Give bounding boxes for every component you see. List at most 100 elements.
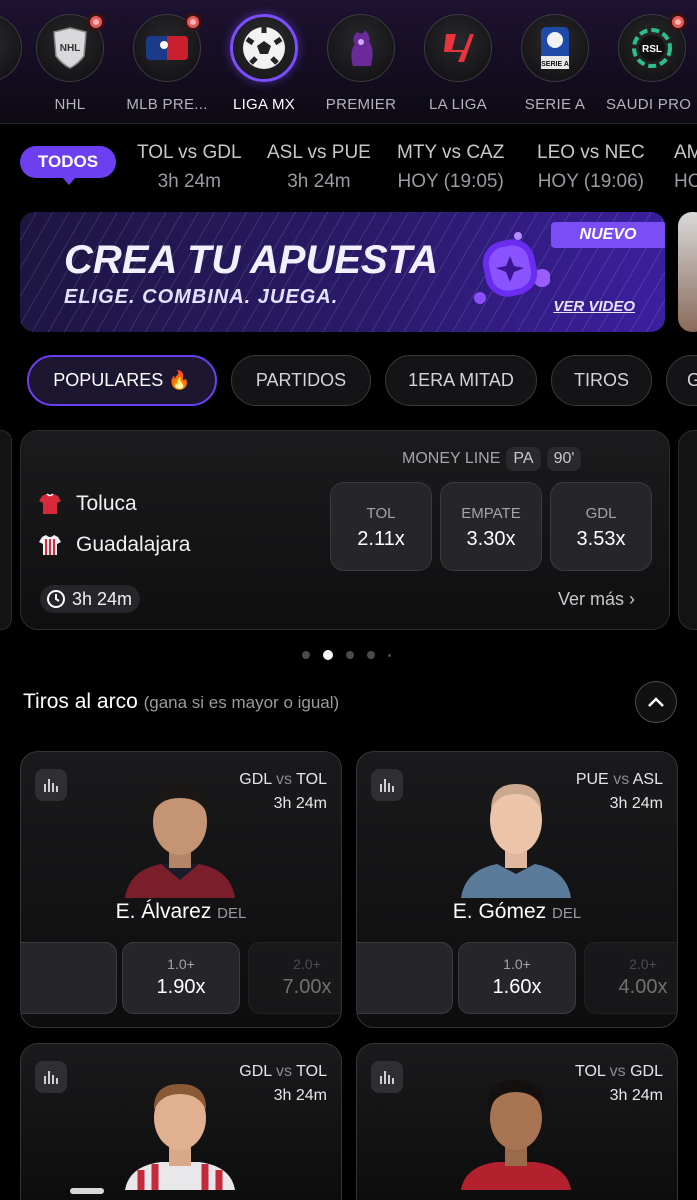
odds-button-draw[interactable]: EMPATE 3.30x	[440, 482, 542, 571]
match-chip[interactable]: LEO vs NEC HOY (19:06)	[537, 142, 645, 193]
league-item-saudi-pro[interactable]: RSL SAUDI PRO	[602, 13, 697, 113]
section-title: Tiros al arco (gana si es mayor o igual)	[23, 690, 339, 714]
market-header: MONEY LINE PA 90'	[402, 447, 582, 471]
player-team: GDL	[239, 771, 272, 788]
league-item-la-liga[interactable]: LA LIGA	[408, 14, 508, 113]
carousel-dot[interactable]	[388, 653, 391, 657]
league-label: NHL	[54, 96, 86, 113]
time-remaining-chip: 3h 24m	[40, 585, 141, 613]
stats-button[interactable]	[35, 769, 67, 801]
line-button[interactable]: 1.0+ 1.60x	[458, 942, 576, 1014]
odds-label: EMPATE	[461, 505, 521, 522]
player-photo	[461, 784, 571, 898]
player-prop-card[interactable]: TOL vs GDL 3h 24m	[356, 1043, 678, 1200]
line-odds: 4.00x	[618, 976, 668, 998]
league-item-premier[interactable]: PREMIER	[311, 14, 411, 113]
line-threshold: 2.0+	[293, 956, 321, 972]
all-matches-chip[interactable]: TODOS	[20, 146, 116, 185]
see-more-link[interactable]: Ver más ›	[558, 589, 635, 610]
vs-label: vs	[609, 1063, 626, 1080]
line-button[interactable]: 2.0+ 7.00x	[248, 942, 341, 1014]
banner-title: CREA TU APUESTA	[64, 238, 439, 282]
player-name-row: E. Gómez DEL	[357, 900, 677, 924]
match-chip[interactable]: AM HO	[674, 142, 697, 193]
away-team-name: Guadalajara	[76, 533, 191, 556]
league-item-serie-a[interactable]: SERIE A SERIE A	[505, 14, 605, 113]
bar-chart-icon	[380, 1071, 394, 1084]
carousel-dot[interactable]	[346, 651, 354, 659]
opponent-team: GDL	[630, 1063, 663, 1080]
match-chip[interactable]: ASL vs PUE 3h 24m	[267, 142, 371, 193]
player-team: PUE	[575, 771, 609, 788]
league-item-nhl[interactable]: NHL NHL	[20, 13, 120, 113]
league-item-liga-mx[interactable]: LIGA MX	[214, 14, 314, 113]
tab-1era-mitad[interactable]: 1ERA MITAD	[385, 355, 537, 406]
odds-value: 3.30x	[466, 528, 516, 550]
home-team: Toluca	[38, 492, 137, 516]
match-chip-time: HO	[674, 171, 697, 192]
league-label: SERIE A	[524, 96, 586, 113]
tab-partidos[interactable]: PARTIDOS	[231, 355, 371, 406]
player-prop-card[interactable]: PUE vs ASL 3h 24m E. Gómez DEL 1.0+ 1.60…	[356, 751, 678, 1028]
line-button[interactable]: 1.0+ 1.90x	[122, 942, 240, 1014]
next-card-peek[interactable]	[678, 430, 697, 630]
player-prop-card[interactable]: GDL vs TOL 3h 24m E. Álvarez DEL 1.0+ 1.…	[20, 751, 342, 1028]
chevron-up-icon	[648, 697, 664, 707]
line-threshold: 2.0+	[629, 956, 657, 972]
player-match-info: TOL vs GDL 3h 24m	[575, 1060, 663, 1108]
player-match-info: PUE vs ASL 3h 24m	[576, 768, 663, 816]
league-selector: NHL NHL MLB PRE... LIGA MX PREMIER LA LI…	[0, 0, 697, 124]
match-chip[interactable]: TOL vs GDL 3h 24m	[137, 142, 242, 193]
player-name: E. Álvarez	[115, 900, 212, 923]
match-chip-time: HOY (19:05)	[397, 171, 504, 192]
line-threshold: 1.0+	[503, 956, 531, 972]
live-indicator-icon	[669, 13, 687, 31]
section-subtitle: (gana si es mayor o igual)	[143, 693, 340, 712]
player-prop-card[interactable]: GDL vs TOL 3h 24m	[20, 1043, 342, 1200]
next-banner-peek[interactable]	[678, 212, 697, 332]
league-partial-icon	[0, 14, 22, 82]
previous-card-peek[interactable]	[0, 430, 12, 630]
line-button[interactable]	[357, 942, 453, 1014]
player-name-row: E. Álvarez DEL	[21, 900, 341, 924]
stats-button[interactable]	[371, 769, 403, 801]
league-item-mlb[interactable]: MLB PRE...	[117, 13, 217, 113]
line-button[interactable]: 2.0+ 4.00x	[584, 942, 677, 1014]
player-position: DEL	[552, 905, 582, 922]
bar-chart-icon	[44, 779, 58, 792]
tab-populares[interactable]: POPULARES 🔥	[27, 355, 217, 406]
watch-video-link[interactable]: VER VIDEO	[553, 298, 635, 315]
market-tag: PA	[506, 447, 541, 471]
line-odds: 1.90x	[156, 976, 206, 998]
banner-subtitle: ELIGE. COMBINA. JUEGA.	[64, 286, 339, 308]
tab-partial[interactable]: G	[666, 355, 697, 406]
live-indicator-icon	[184, 13, 202, 31]
match-chip[interactable]: MTY vs CAZ HOY (19:05)	[397, 142, 504, 193]
match-chip-teams: LEO vs NEC	[537, 142, 645, 163]
match-chip-teams: ASL vs PUE	[267, 142, 371, 163]
vs-label: vs	[276, 771, 293, 788]
line-threshold: 1.0+	[167, 956, 195, 972]
player-photo	[125, 1084, 235, 1190]
jersey-icon	[39, 535, 61, 555]
coin-icon	[474, 232, 550, 304]
opponent-team: TOL	[296, 771, 327, 788]
line-button[interactable]	[21, 942, 117, 1014]
stats-button[interactable]	[35, 1061, 67, 1093]
saudi-pro-league-logo-icon: RSL	[618, 13, 687, 82]
promo-banner[interactable]: CREA TU APUESTA ELIGE. COMBINA. JUEGA. N…	[20, 212, 665, 332]
tab-tiros[interactable]: TIROS	[551, 355, 652, 406]
rsl-badge-text: RSL	[642, 44, 662, 55]
clock-icon	[47, 590, 65, 608]
collapse-button[interactable]	[635, 681, 677, 723]
league-label: LA LIGA	[429, 96, 487, 113]
odds-button-away[interactable]: GDL 3.53x	[550, 482, 652, 571]
line-odds: 7.00x	[282, 976, 332, 998]
carousel-dot[interactable]	[367, 651, 375, 659]
line-odds: 1.60x	[492, 976, 542, 998]
match-chip-teams: MTY vs CAZ	[397, 142, 505, 163]
carousel-dot[interactable]	[302, 651, 310, 659]
stats-button[interactable]	[371, 1061, 403, 1093]
odds-button-home[interactable]: TOL 2.11x	[330, 482, 432, 571]
carousel-dot-active[interactable]	[323, 650, 333, 660]
